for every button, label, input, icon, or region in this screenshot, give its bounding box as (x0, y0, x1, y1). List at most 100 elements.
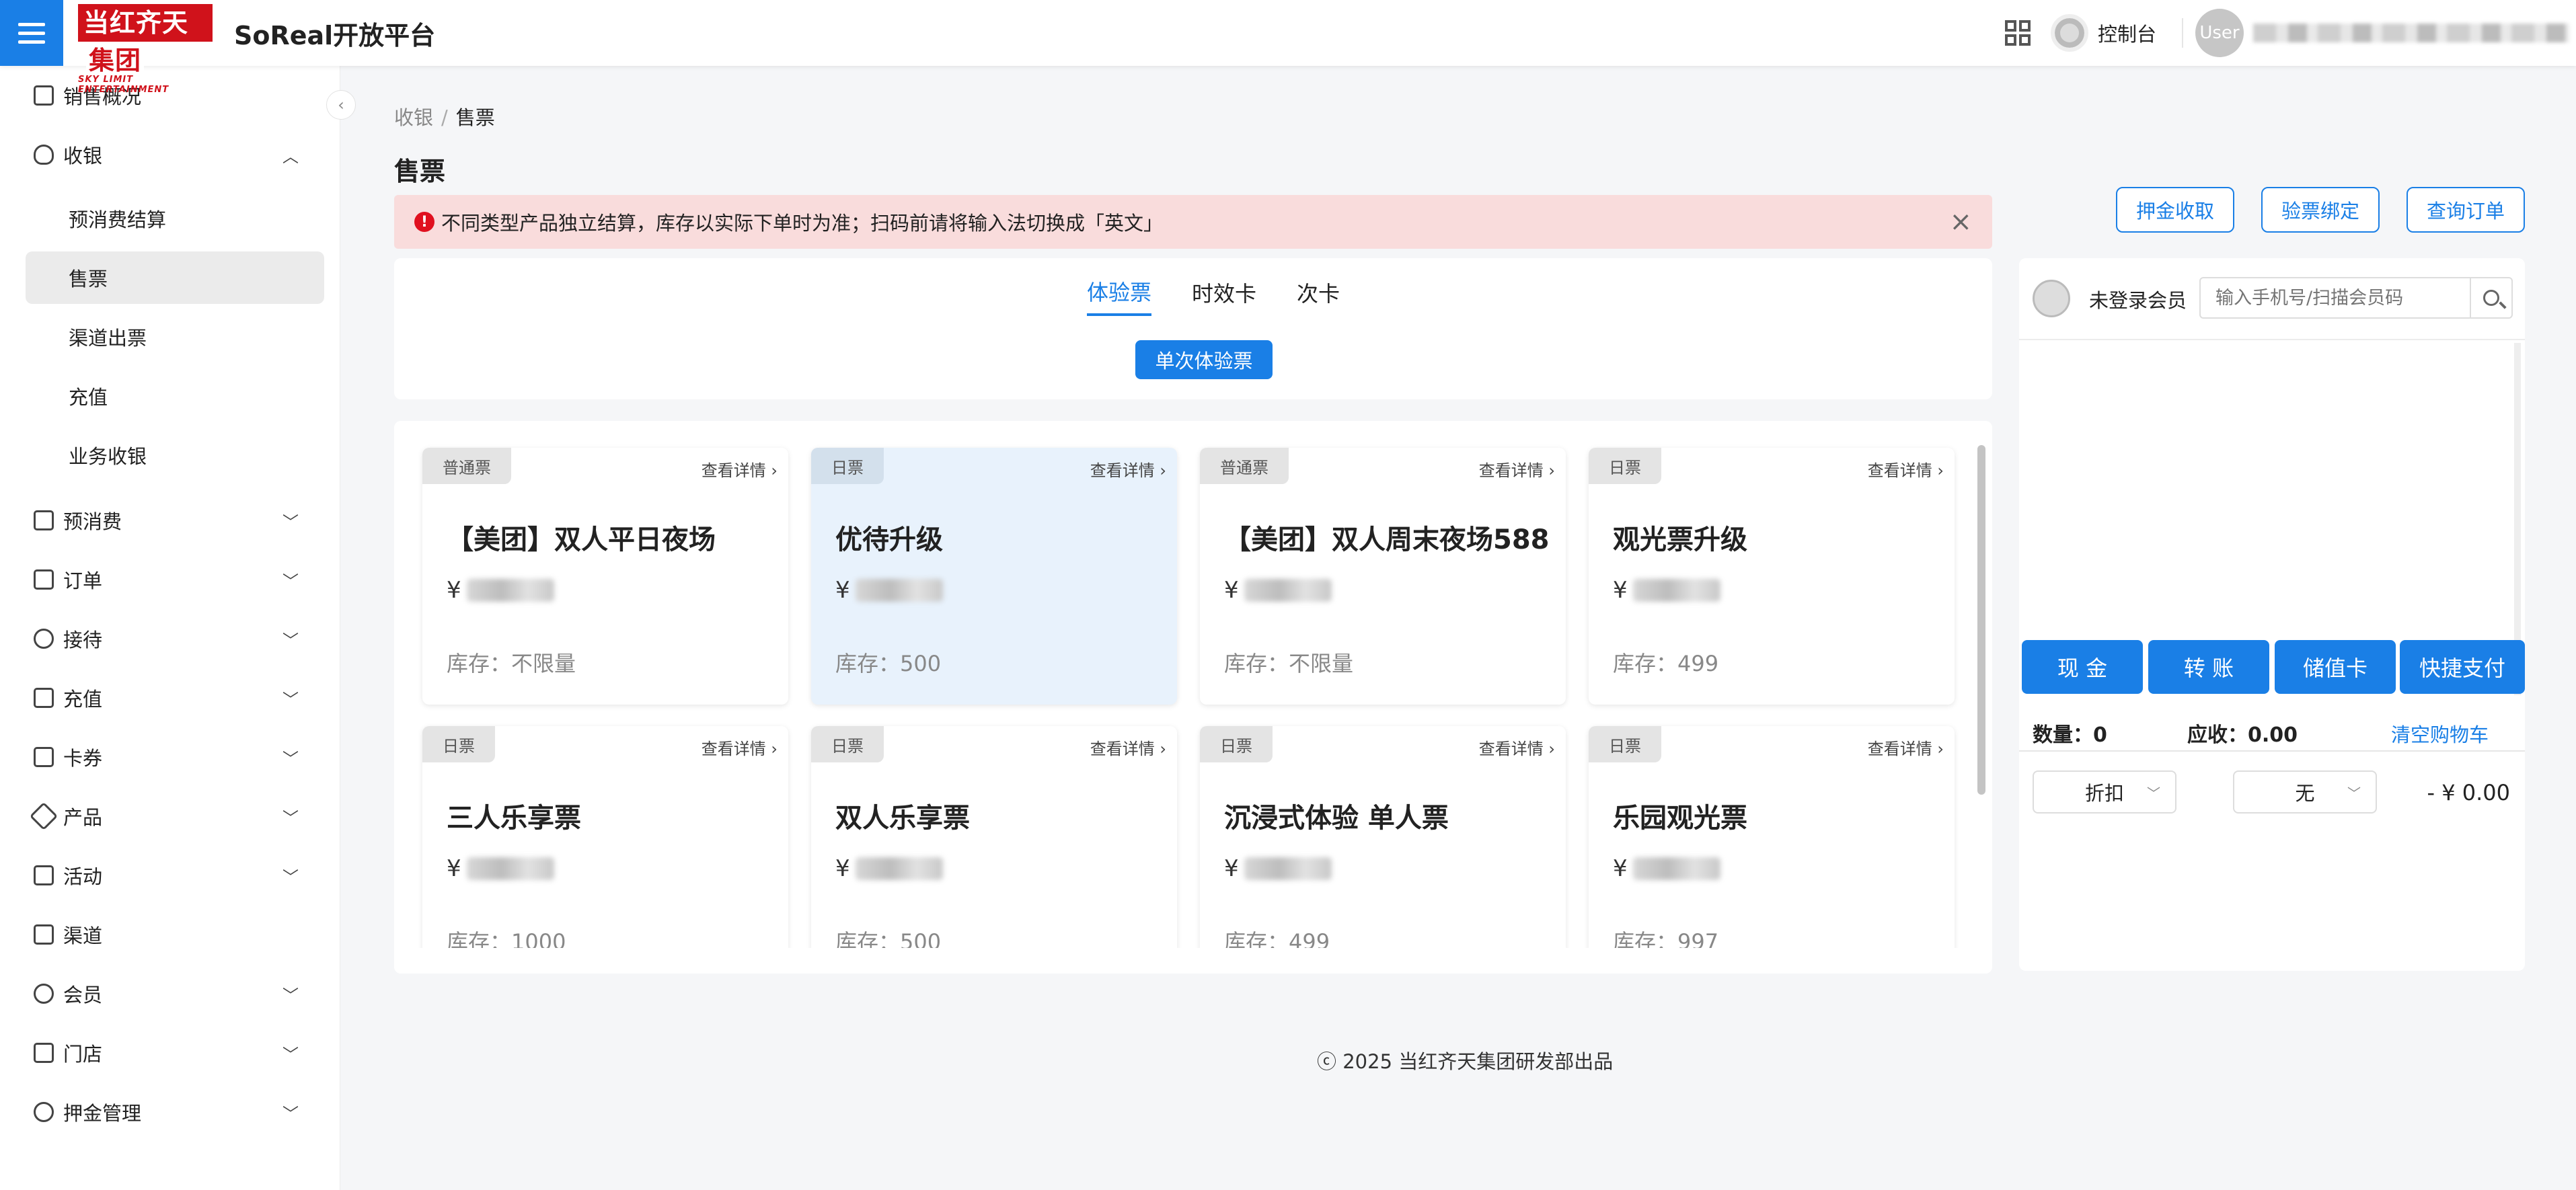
view-detail-link[interactable]: 查看详情 › (1090, 736, 1166, 759)
view-detail-link[interactable]: 查看详情 › (1479, 736, 1555, 759)
sidebar-item-reception[interactable]: 接待 ﹀ (0, 612, 340, 666)
pay-cash-button[interactable]: 现 金 (2022, 640, 2143, 694)
currency-symbol: ¥ (1613, 855, 1628, 882)
breadcrumb-parent[interactable]: 收银 (394, 106, 433, 129)
sidebar-item-orders[interactable]: 订单 ﹀ (0, 553, 340, 606)
sidebar-item-members[interactable]: 会员 ﹀ (0, 967, 340, 1021)
app-title: SoReal开放平台 (234, 21, 436, 50)
view-detail-link[interactable]: 查看详情 › (1868, 736, 1944, 759)
product-card[interactable]: 普通票 查看详情 › 【美团】双人周末夜场588 ¥ 库存：不限量 (1200, 448, 1566, 705)
sidebar-item-label: 门店 (63, 1043, 103, 1066)
sidebar-item-recharge[interactable]: 充值 ﹀ (0, 671, 340, 725)
sidebar-subitem-channel-ticket[interactable]: 渠道出票 (26, 311, 324, 363)
console-link[interactable]: 控制台 (2098, 19, 2156, 47)
sidebar-item-deposit[interactable]: 押金管理 ﹀ (0, 1085, 340, 1139)
discount-type-select[interactable]: 折扣 ﹀ (2033, 770, 2176, 814)
ticket-verify-bind-button[interactable]: 验票绑定 (2261, 187, 2380, 233)
chevron-right-icon: › (1937, 740, 1944, 758)
pay-transfer-button[interactable]: 转 账 (2148, 640, 2269, 694)
view-detail-link[interactable]: 查看详情 › (1868, 457, 1944, 481)
product-price: ¥ (447, 577, 554, 604)
product-name: 【美团】双人平日夜场 (447, 524, 716, 555)
sidebar-item-channels[interactable]: 渠道 (0, 908, 340, 961)
query-order-button[interactable]: 查询订单 (2407, 187, 2525, 233)
divider (2182, 18, 2183, 48)
product-card[interactable]: 日票 查看详情 › 观光票升级 ¥ 库存：499 (1589, 448, 1955, 705)
member-icon (34, 984, 54, 1004)
sidebar-subitem-prepay-settle[interactable]: 预消费结算 (26, 192, 324, 245)
product-name: 观光票升级 (1613, 524, 1747, 555)
sidebar-item-prepay[interactable]: 预消费 ﹀ (0, 493, 340, 547)
view-detail-link[interactable]: 查看详情 › (702, 457, 778, 481)
currency-symbol: ¥ (1224, 577, 1239, 604)
alert-text: 不同类型产品独立结算，库存以实际下单时为准；扫码前请将输入法切换成「英文」 (441, 212, 1164, 235)
view-detail-link[interactable]: 查看详情 › (1479, 457, 1555, 481)
product-icon (29, 801, 59, 831)
view-detail-label: 查看详情 (1478, 740, 1544, 758)
view-detail-label: 查看详情 (1867, 740, 1932, 758)
store-icon (34, 1043, 54, 1063)
sidebar-item-products[interactable]: 产品 ﹀ (0, 789, 340, 843)
ticket-type-tag: 日票 (1589, 726, 1661, 762)
hamburger-icon (18, 22, 45, 44)
chevron-down-icon: ﹀ (282, 808, 299, 828)
tab-count-card[interactable]: 次卡 (1297, 269, 1340, 316)
product-card[interactable]: 日票 查看详情 › 优待升级 ¥ 库存：500 (811, 448, 1177, 705)
member-search-input[interactable] (2201, 278, 2470, 317)
product-price: ¥ (1224, 855, 1332, 882)
qrcode-icon[interactable] (2004, 20, 2031, 46)
card-icon (34, 747, 54, 767)
console-icon[interactable] (2050, 14, 2088, 52)
view-detail-label: 查看详情 (1090, 740, 1155, 758)
divider (2019, 750, 2525, 752)
pay-stored-value-button[interactable]: 储值卡 (2275, 640, 2396, 694)
product-card[interactable]: 日票 查看详情 › 双人乐享票 ¥ 库存：500 (811, 726, 1177, 974)
view-detail-link[interactable]: 查看详情 › (1090, 457, 1166, 481)
price-redacted (1632, 857, 1720, 880)
pay-quick-button[interactable]: 快捷支付 (2400, 640, 2525, 694)
product-card[interactable]: 日票 查看详情 › 沉浸式体验 单人票 ¥ 库存：499 (1200, 726, 1566, 974)
deposit-icon (34, 1102, 54, 1122)
ticket-type-tag: 日票 (811, 448, 884, 484)
hamburger-menu-button[interactable] (0, 0, 63, 66)
breadcrumb: 收银 / 售票 (394, 102, 495, 130)
product-stock: 库存：不限量 (447, 651, 576, 676)
avatar[interactable]: User (2195, 9, 2244, 57)
discount-value-select[interactable]: 无 ﹀ (2233, 770, 2377, 814)
product-card[interactable]: 普通票 查看详情 › 【美团】双人平日夜场 ¥ 库存：不限量 (422, 448, 788, 705)
clear-cart-link[interactable]: 清空购物车 (2391, 719, 2489, 748)
search-button[interactable] (2470, 278, 2511, 317)
sidebar-subitem-label: 售票 (69, 268, 108, 290)
sidebar-item-label: 收银 (63, 145, 103, 167)
sidebar-item-label: 订单 (63, 569, 103, 592)
sidebar-item-activities[interactable]: 活动 ﹀ (0, 848, 340, 902)
product-card[interactable]: 日票 查看详情 › 乐园观光票 ¥ 库存：997 (1589, 726, 1955, 974)
deposit-collect-button[interactable]: 押金收取 (2116, 187, 2234, 233)
tab-time-card[interactable]: 时效卡 (1192, 269, 1256, 316)
sidebar-item-label: 接待 (63, 629, 103, 651)
close-icon[interactable]: × (1949, 206, 1972, 237)
sidebar-item-coupons[interactable]: 卡券 ﹀ (0, 730, 340, 784)
product-card[interactable]: 日票 查看详情 › 三人乐享票 ¥ 库存：1000 (422, 726, 788, 974)
chevron-down-icon: ﹀ (282, 986, 299, 1005)
product-grid: 普通票 查看详情 › 【美团】双人平日夜场 ¥ 库存：不限量 日票 查看详情 ›… (394, 421, 1992, 974)
view-detail-link[interactable]: 查看详情 › (702, 736, 778, 759)
price-redacted (1244, 579, 1332, 602)
tab-experience-ticket[interactable]: 体验票 (1087, 269, 1152, 316)
single-experience-ticket-button[interactable]: 单次体验票 (1135, 340, 1273, 379)
product-grid-scrollbar[interactable] (1977, 445, 1985, 795)
sidebar-subitem-business-cashier[interactable]: 业务收银 (26, 429, 324, 481)
user-name-redacted[interactable] (2253, 24, 2569, 42)
sidebar-item-label: 押金管理 (63, 1102, 142, 1125)
sidebar-collapse-button[interactable]: ‹ (326, 90, 356, 120)
ticket-type-tag: 普通票 (422, 448, 511, 484)
chevron-down-icon: ﹀ (282, 1045, 299, 1064)
sidebar-item-cashier[interactable]: 收银 ︿ (0, 128, 340, 182)
chevron-right-icon: › (1548, 740, 1555, 758)
sidebar-item-stores[interactable]: 门店 ﹀ (0, 1026, 340, 1080)
chart-icon (34, 85, 54, 106)
sidebar-subitem-label: 预消费结算 (69, 208, 167, 231)
sidebar-subitem-ticket-sales[interactable]: 售票 (26, 251, 324, 304)
sidebar-subitem-label: 渠道出票 (69, 327, 147, 350)
sidebar-subitem-recharge[interactable]: 充值 (26, 370, 324, 422)
